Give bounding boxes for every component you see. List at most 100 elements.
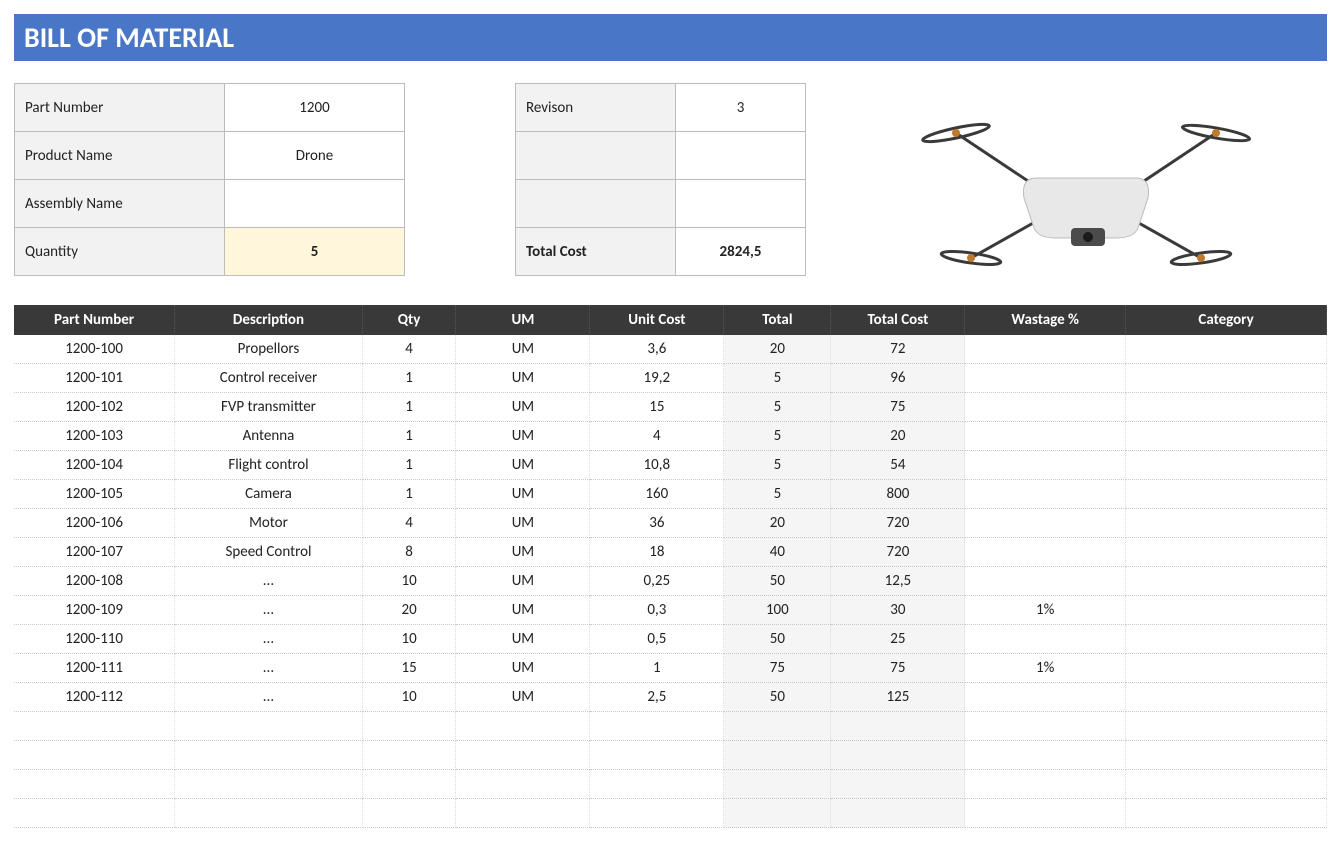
cell-qty[interactable]: 1 <box>362 422 456 451</box>
cell-wast[interactable] <box>965 683 1126 712</box>
cell-part[interactable]: 1200-112 <box>14 683 175 712</box>
cell-cat[interactable] <box>1126 422 1327 451</box>
cell-cat[interactable] <box>1126 567 1327 596</box>
cell-empty[interactable] <box>1126 712 1327 741</box>
cell-empty[interactable] <box>965 770 1126 799</box>
cell-wast[interactable] <box>965 335 1126 364</box>
cell-part[interactable]: 1200-108 <box>14 567 175 596</box>
cell-tcost[interactable]: 25 <box>831 625 965 654</box>
cell-ucost[interactable]: 0,5 <box>590 625 724 654</box>
cell-total[interactable]: 5 <box>724 422 831 451</box>
cell-empty[interactable] <box>590 799 724 828</box>
cell-empty[interactable] <box>590 770 724 799</box>
cell-empty[interactable] <box>456 712 590 741</box>
cell-part[interactable]: 1200-104 <box>14 451 175 480</box>
cell-um[interactable]: UM <box>456 422 590 451</box>
cell-tcost[interactable]: 12,5 <box>831 567 965 596</box>
cell-cat[interactable] <box>1126 451 1327 480</box>
cell-empty[interactable] <box>456 741 590 770</box>
cell-tcost[interactable]: 720 <box>831 538 965 567</box>
value-product-name[interactable]: Drone <box>225 132 405 180</box>
cell-wast[interactable]: 1% <box>965 654 1126 683</box>
cell-desc[interactable]: FVP transmitter <box>175 393 363 422</box>
cell-part[interactable]: 1200-101 <box>14 364 175 393</box>
cell-um[interactable]: UM <box>456 625 590 654</box>
cell-ucost[interactable]: 0,3 <box>590 596 724 625</box>
cell-empty[interactable] <box>14 712 175 741</box>
cell-empty[interactable] <box>14 770 175 799</box>
cell-part[interactable]: 1200-106 <box>14 509 175 538</box>
value-part-number[interactable]: 1200 <box>225 84 405 132</box>
cell-qty[interactable]: 20 <box>362 596 456 625</box>
cell-empty[interactable] <box>831 799 965 828</box>
cell-qty[interactable]: 8 <box>362 538 456 567</box>
cell-empty[interactable] <box>362 741 456 770</box>
cell-um[interactable]: UM <box>456 538 590 567</box>
value-blank-2[interactable] <box>676 180 806 228</box>
cell-tcost[interactable]: 54 <box>831 451 965 480</box>
cell-total[interactable]: 100 <box>724 596 831 625</box>
cell-total[interactable]: 40 <box>724 538 831 567</box>
cell-empty[interactable] <box>1126 799 1327 828</box>
cell-um[interactable]: UM <box>456 683 590 712</box>
cell-total[interactable]: 20 <box>724 335 831 364</box>
cell-total[interactable]: 5 <box>724 364 831 393</box>
cell-um[interactable]: UM <box>456 364 590 393</box>
cell-cat[interactable] <box>1126 625 1327 654</box>
cell-um[interactable]: UM <box>456 393 590 422</box>
cell-tcost[interactable]: 72 <box>831 335 965 364</box>
cell-empty[interactable] <box>724 770 831 799</box>
cell-empty[interactable] <box>1126 741 1327 770</box>
cell-ucost[interactable]: 15 <box>590 393 724 422</box>
cell-empty[interactable] <box>456 770 590 799</box>
cell-part[interactable]: 1200-105 <box>14 480 175 509</box>
cell-wast[interactable] <box>965 625 1126 654</box>
cell-wast[interactable] <box>965 538 1126 567</box>
cell-empty[interactable] <box>965 799 1126 828</box>
cell-part[interactable]: 1200-102 <box>14 393 175 422</box>
cell-empty[interactable] <box>831 770 965 799</box>
cell-qty[interactable]: 4 <box>362 335 456 364</box>
cell-tcost[interactable]: 30 <box>831 596 965 625</box>
cell-cat[interactable] <box>1126 393 1327 422</box>
cell-wast[interactable]: 1% <box>965 596 1126 625</box>
cell-ucost[interactable]: 3,6 <box>590 335 724 364</box>
value-revision[interactable]: 3 <box>676 84 806 132</box>
cell-ucost[interactable]: 2,5 <box>590 683 724 712</box>
cell-part[interactable]: 1200-111 <box>14 654 175 683</box>
cell-total[interactable]: 5 <box>724 393 831 422</box>
cell-qty[interactable]: 1 <box>362 393 456 422</box>
cell-desc[interactable]: ... <box>175 596 363 625</box>
cell-tcost[interactable]: 75 <box>831 654 965 683</box>
cell-ucost[interactable]: 4 <box>590 422 724 451</box>
cell-desc[interactable]: ... <box>175 683 363 712</box>
cell-qty[interactable]: 10 <box>362 683 456 712</box>
cell-total[interactable]: 5 <box>724 451 831 480</box>
cell-desc[interactable]: Flight control <box>175 451 363 480</box>
cell-wast[interactable] <box>965 422 1126 451</box>
cell-empty[interactable] <box>175 770 363 799</box>
cell-total[interactable]: 50 <box>724 683 831 712</box>
cell-part[interactable]: 1200-100 <box>14 335 175 364</box>
cell-cat[interactable] <box>1126 509 1327 538</box>
cell-empty[interactable] <box>724 712 831 741</box>
cell-part[interactable]: 1200-110 <box>14 625 175 654</box>
cell-tcost[interactable]: 720 <box>831 509 965 538</box>
cell-total[interactable]: 50 <box>724 567 831 596</box>
cell-desc[interactable]: Propellors <box>175 335 363 364</box>
cell-cat[interactable] <box>1126 364 1327 393</box>
cell-empty[interactable] <box>362 770 456 799</box>
cell-qty[interactable]: 4 <box>362 509 456 538</box>
cell-tcost[interactable]: 75 <box>831 393 965 422</box>
cell-qty[interactable]: 1 <box>362 451 456 480</box>
value-assembly-name[interactable] <box>225 180 405 228</box>
cell-empty[interactable] <box>831 741 965 770</box>
cell-wast[interactable] <box>965 393 1126 422</box>
cell-empty[interactable] <box>831 712 965 741</box>
cell-tcost[interactable]: 20 <box>831 422 965 451</box>
cell-ucost[interactable]: 18 <box>590 538 724 567</box>
cell-wast[interactable] <box>965 451 1126 480</box>
cell-um[interactable]: UM <box>456 509 590 538</box>
value-blank-1[interactable] <box>676 132 806 180</box>
cell-part[interactable]: 1200-109 <box>14 596 175 625</box>
